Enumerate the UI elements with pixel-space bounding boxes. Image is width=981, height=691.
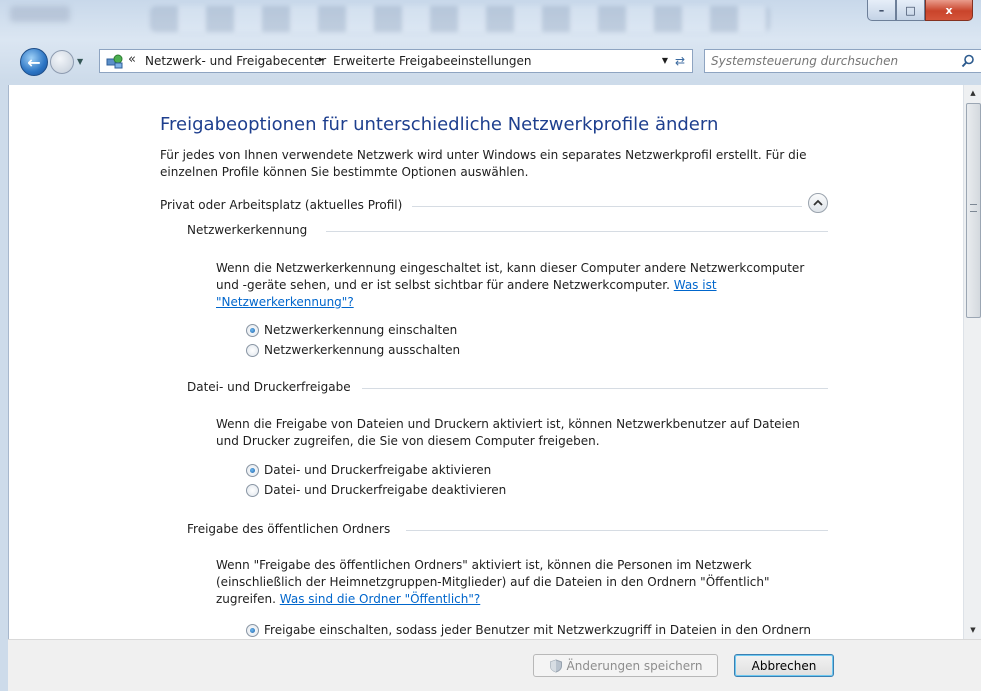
public-folder-help-link[interactable]: Was sind die Ordner "Öffentlich"? xyxy=(280,592,481,606)
discovery-description: Wenn die Netzwerkerkennung eingeschaltet… xyxy=(216,260,846,311)
radio-file-sharing-off-label: Datei- und Druckerfreigabe deaktivieren xyxy=(264,483,507,497)
radio-file-sharing-on-label: Datei- und Druckerfreigabe aktivieren xyxy=(264,463,492,477)
vertical-scrollbar[interactable]: ▲ ▼ xyxy=(963,85,981,639)
scroll-grip-icon xyxy=(970,204,977,212)
title-bar[interactable]: – □ x xyxy=(0,0,981,40)
radio-discovery-off[interactable]: Netzwerkerkennung ausschalten xyxy=(246,343,460,357)
title-blur-left xyxy=(10,6,70,22)
address-dropdown-icon[interactable]: ▼ xyxy=(662,56,668,65)
page-title: Freigabeoptionen für unterschiedliche Ne… xyxy=(160,114,719,135)
discovery-divider xyxy=(326,231,828,232)
search-box[interactable] xyxy=(704,49,981,73)
radio-selected-icon[interactable] xyxy=(246,463,259,477)
history-dropdown-icon[interactable]: ▼ xyxy=(77,57,83,66)
radio-file-sharing-off[interactable]: Datei- und Druckerfreigabe deaktivieren xyxy=(246,483,506,497)
discovery-help-link-part1[interactable]: Was ist xyxy=(674,278,717,292)
back-button[interactable]: ← xyxy=(20,48,48,76)
maximize-button[interactable]: □ xyxy=(896,0,925,21)
settings-content: Freigabeoptionen für unterschiedliche Ne… xyxy=(8,85,964,639)
public-folder-text-line1: Wenn "Freigabe des öffentlichen Ordners"… xyxy=(216,558,752,572)
explorer-window: – □ x ← ▼ « Netzwerk- und Freigabecenter… xyxy=(0,0,981,691)
public-folder-text-line3: zugreifen. xyxy=(216,592,276,606)
save-changes-label: Änderungen speichern xyxy=(566,658,703,673)
file-sharing-divider xyxy=(362,388,828,389)
radio-unselected-icon[interactable] xyxy=(246,483,259,497)
button-footer: Änderungen speichern Abbrechen xyxy=(8,639,981,691)
save-changes-button[interactable]: Änderungen speichern xyxy=(533,654,718,677)
refresh-icon[interactable]: ⇄ xyxy=(671,52,689,70)
file-sharing-text-line2: und Drucker zugreifen, die Sie von diese… xyxy=(216,434,600,448)
search-icon[interactable] xyxy=(961,54,975,68)
radio-unselected-icon[interactable] xyxy=(246,343,259,357)
cancel-button[interactable]: Abbrechen xyxy=(734,654,834,677)
scroll-up-icon[interactable]: ▲ xyxy=(964,85,981,102)
section-title-network-discovery: Netzwerkerkennung xyxy=(187,223,308,237)
address-bar[interactable]: « Netzwerk- und Freigabecenter ▸ Erweite… xyxy=(99,49,693,73)
breadcrumb-advanced-sharing[interactable]: Erweiterte Freigabeeinstellungen xyxy=(333,54,532,68)
radio-discovery-off-label: Netzwerkerkennung ausschalten xyxy=(264,343,461,357)
radio-file-sharing-on[interactable]: Datei- und Druckerfreigabe aktivieren xyxy=(246,463,491,477)
radio-public-folder-on-label: Freigabe einschalten, sodass jeder Benut… xyxy=(264,623,812,637)
close-button[interactable]: x xyxy=(925,0,973,21)
discovery-text-line1: Wenn die Netzwerkerkennung eingeschaltet… xyxy=(216,261,805,275)
arrow-left-icon: ← xyxy=(27,52,41,72)
section-title-file-printer-sharing: Datei- und Druckerfreigabe xyxy=(187,380,351,394)
public-folder-text-line2: (einschließlich der Heimnetzgruppen-Mitg… xyxy=(216,575,770,589)
caption-buttons: – □ x xyxy=(867,0,973,22)
radio-selected-icon[interactable] xyxy=(246,323,259,337)
radio-selected-icon[interactable] xyxy=(246,623,259,637)
chevron-up-icon xyxy=(813,199,823,206)
profile-divider xyxy=(412,206,802,207)
navigation-bar: ← ▼ « Netzwerk- und Freigabecenter ▸ Erw… xyxy=(0,40,981,84)
collapse-profile-button[interactable] xyxy=(808,193,828,213)
public-folder-divider xyxy=(406,530,828,531)
section-title-public-folder-sharing: Freigabe des öffentlichen Ordners xyxy=(187,522,391,536)
profile-label: Privat oder Arbeitsplatz (aktuelles Prof… xyxy=(160,198,403,212)
breadcrumb-network-center[interactable]: Netzwerk- und Freigabecenter xyxy=(145,54,326,68)
network-center-icon xyxy=(106,54,123,69)
file-sharing-description: Wenn die Freigabe von Dateien und Drucke… xyxy=(216,416,846,450)
address-overflow-chevron[interactable]: « xyxy=(128,52,136,67)
page-description: Für jedes von Ihnen verwendete Netzwerk … xyxy=(160,148,807,179)
discovery-text-line2: und -geräte sehen, und er ist selbst sic… xyxy=(216,278,670,292)
radio-discovery-on[interactable]: Netzwerkerkennung einschalten xyxy=(246,323,457,337)
uac-shield-icon xyxy=(549,658,562,673)
radio-public-folder-on[interactable]: Freigabe einschalten, sodass jeder Benut… xyxy=(246,623,811,637)
forward-button[interactable] xyxy=(50,50,74,74)
minimize-button[interactable]: – xyxy=(867,0,896,21)
scroll-thumb[interactable] xyxy=(966,103,981,318)
file-sharing-text-line1: Wenn die Freigabe von Dateien und Drucke… xyxy=(216,417,800,431)
search-input[interactable] xyxy=(705,50,961,72)
breadcrumb-separator-icon[interactable]: ▸ xyxy=(319,55,324,65)
discovery-help-link-part2[interactable]: "Netzwerkerkennung"? xyxy=(216,295,354,309)
public-folder-description: Wenn "Freigabe des öffentlichen Ordners"… xyxy=(216,557,856,608)
title-blur xyxy=(150,6,770,32)
radio-discovery-on-label: Netzwerkerkennung einschalten xyxy=(264,323,458,337)
scroll-down-icon[interactable]: ▼ xyxy=(964,622,981,639)
